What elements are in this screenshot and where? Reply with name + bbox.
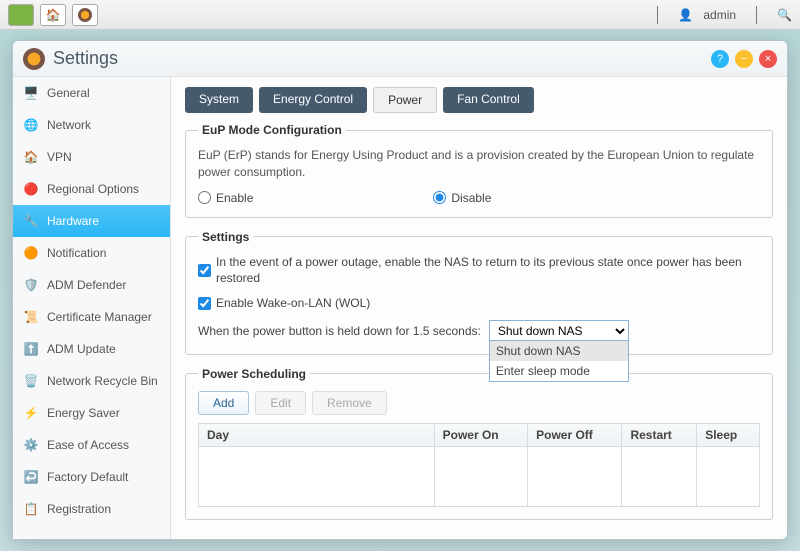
help-button[interactable]: ?	[711, 50, 729, 68]
eup-legend: EuP Mode Configuration	[198, 123, 346, 137]
taskbar-right: 👤 admin 🔍	[647, 6, 792, 24]
sidebar: 🖥️General 🌐Network 🏠VPN 🔴Regional Option…	[13, 77, 171, 539]
registration-icon: 📋	[23, 501, 39, 517]
schedule-table: Day Power On Power Off Restart Sleep	[198, 423, 760, 507]
regional-icon: 🔴	[23, 181, 39, 197]
col-power-off[interactable]: Power Off	[528, 423, 622, 446]
eup-enable-radio[interactable]: Enable	[198, 191, 253, 205]
close-button[interactable]: ×	[759, 50, 777, 68]
option-sleep[interactable]: Enter sleep mode	[490, 361, 628, 381]
settings-window: Settings ? − × 🖥️General 🌐Network 🏠VPN 🔴…	[12, 40, 788, 540]
settings-fieldset: Settings In the event of a power outage,…	[185, 230, 773, 355]
hardware-icon: 🔧	[23, 213, 39, 229]
sidebar-item-ease-access[interactable]: ⚙️Ease of Access	[13, 429, 170, 461]
sidebar-item-hardware[interactable]: 🔧Hardware	[13, 205, 170, 237]
sidebar-item-registration[interactable]: 📋Registration	[13, 493, 170, 525]
defender-icon: 🛡️	[23, 277, 39, 293]
outage-checkbox[interactable]: In the event of a power outage, enable t…	[198, 254, 760, 288]
tab-system[interactable]: System	[185, 87, 253, 113]
eup-fieldset: EuP Mode Configuration EuP (ErP) stands …	[185, 123, 773, 218]
certificate-icon: 📜	[23, 309, 39, 325]
sidebar-item-recycle[interactable]: 🗑️Network Recycle Bin	[13, 365, 170, 397]
factory-icon: ↩️	[23, 469, 39, 485]
footer: Apply	[185, 532, 773, 539]
titlebar: Settings ? − ×	[13, 41, 787, 77]
update-icon: ⬆️	[23, 341, 39, 357]
divider	[756, 6, 757, 24]
sidebar-item-vpn[interactable]: 🏠VPN	[13, 141, 170, 173]
sidebar-item-certificate[interactable]: 📜Certificate Manager	[13, 301, 170, 333]
notification-icon: 🟠	[23, 245, 39, 261]
col-restart[interactable]: Restart	[622, 423, 697, 446]
edit-button[interactable]: Edit	[255, 391, 306, 415]
sidebar-item-factory[interactable]: ↩️Factory Default	[13, 461, 170, 493]
sidebar-item-energy-saver[interactable]: ⚡Energy Saver	[13, 397, 170, 429]
task-app-icon-1[interactable]	[8, 4, 34, 26]
power-button-label: When the power button is held down for 1…	[198, 324, 481, 338]
taskbar-left: 🏠	[8, 4, 98, 26]
search-icon[interactable]: 🔍	[777, 8, 792, 22]
eup-description: EuP (ErP) stands for Energy Using Produc…	[198, 147, 760, 181]
tab-energy-control[interactable]: Energy Control	[259, 87, 367, 113]
user-icon[interactable]: 👤	[678, 8, 693, 22]
table-row-empty	[199, 446, 760, 506]
tabs: System Energy Control Power Fan Control	[185, 87, 773, 113]
settings-legend: Settings	[198, 230, 253, 244]
vpn-icon: 🏠	[23, 149, 39, 165]
content-panel: System Energy Control Power Fan Control …	[171, 77, 787, 539]
tab-fan-control[interactable]: Fan Control	[443, 87, 534, 113]
col-day[interactable]: Day	[199, 423, 435, 446]
taskbar: 🏠 👤 admin 🔍	[0, 0, 800, 30]
task-app-icon-2[interactable]: 🏠	[40, 4, 66, 26]
general-icon: 🖥️	[23, 85, 39, 101]
sidebar-item-network[interactable]: 🌐Network	[13, 109, 170, 141]
power-button-dropdown: Shut down NAS Enter sleep mode	[489, 340, 629, 382]
sidebar-item-adm-update[interactable]: ⬆️ADM Update	[13, 333, 170, 365]
sidebar-item-regional[interactable]: 🔴Regional Options	[13, 173, 170, 205]
recycle-icon: 🗑️	[23, 373, 39, 389]
window-title: Settings	[53, 48, 118, 69]
divider	[657, 6, 658, 24]
eup-disable-radio[interactable]: Disable	[433, 191, 491, 205]
remove-button[interactable]: Remove	[312, 391, 387, 415]
minimize-button[interactable]: −	[735, 50, 753, 68]
col-sleep[interactable]: Sleep	[697, 423, 760, 446]
tab-power[interactable]: Power	[373, 87, 437, 113]
sidebar-item-general[interactable]: 🖥️General	[13, 77, 170, 109]
scheduling-legend: Power Scheduling	[198, 367, 310, 381]
energy-icon: ⚡	[23, 405, 39, 421]
sidebar-item-notification[interactable]: 🟠Notification	[13, 237, 170, 269]
scheduling-fieldset: Power Scheduling Add Edit Remove Day Pow…	[185, 367, 773, 520]
add-button[interactable]: Add	[198, 391, 249, 415]
col-power-on[interactable]: Power On	[434, 423, 528, 446]
task-app-icon-settings[interactable]	[72, 4, 98, 26]
option-shutdown[interactable]: Shut down NAS	[490, 341, 628, 361]
ease-icon: ⚙️	[23, 437, 39, 453]
wol-checkbox[interactable]: Enable Wake-on-LAN (WOL)	[198, 295, 760, 312]
taskbar-username[interactable]: admin	[703, 8, 736, 22]
settings-app-icon	[23, 48, 45, 70]
power-button-select[interactable]: Shut down NAS	[489, 320, 629, 342]
sidebar-item-adm-defender[interactable]: 🛡️ADM Defender	[13, 269, 170, 301]
network-icon: 🌐	[23, 117, 39, 133]
